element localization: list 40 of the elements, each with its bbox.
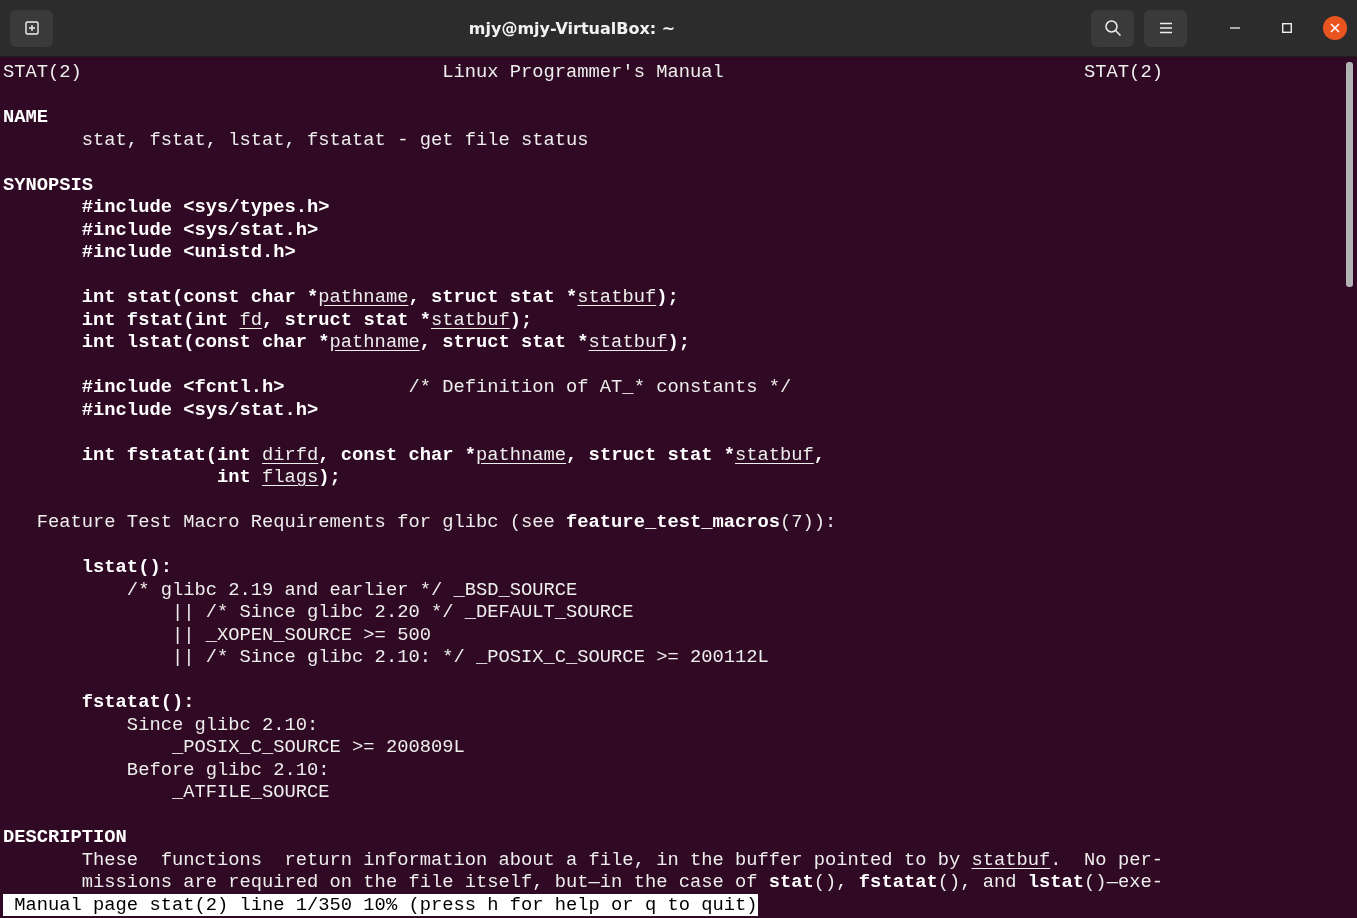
terminal-line: int stat(const char *pathname, struct stat *statbuf); [80, 286, 679, 309]
terminal-line: stat, fstat, lstat, fstatat - get file status [80, 128, 589, 151]
terminal-line: int fstatat(int dirfd, const char *pathname, struct stat *statbuf, [80, 443, 826, 466]
terminal-line: int fstat(int fd, struct stat *statbuf); [80, 308, 533, 331]
terminal-line: int lstat(const char *pathname, struct stat *statbuf); [80, 331, 690, 354]
terminal-line: || /* Since glibc 2.20 */ _DEFAULT_SOURCE [170, 601, 634, 624]
terminal-line: #include <sys/stat.h> [80, 398, 319, 421]
window-title: mjy@mjy-VirtualBox: ~ [467, 18, 677, 38]
terminal-line: NAME [3, 106, 49, 129]
search-button[interactable] [1091, 9, 1134, 47]
terminal-line: DESCRIPTION [3, 826, 127, 849]
terminal-line: These functions return information about a file, in the buffer pointed to by statbuf. No per‐ [80, 848, 1163, 871]
terminal-line: || _XOPEN_SOURCE >= 500 [170, 623, 431, 646]
terminal-line: missions are required on the file itself, but—in the case of stat(), fstatat(), and lstat()—exe‐ [80, 871, 1163, 894]
terminal-line: lstat(): [80, 556, 172, 579]
terminal-line: #include <sys/types.h> [80, 196, 330, 219]
terminal-line: STAT(2) Linux Programmer's Manual STAT(2) [3, 61, 1163, 84]
menu-icon [1158, 22, 1173, 34]
scrollbar-thumb[interactable] [1346, 62, 1353, 287]
terminal-line: fstatat(): [80, 691, 195, 714]
terminal-line: Feature Test Macro Requirements for glibc (see feature_test_macros(7)): [35, 511, 837, 534]
terminal-line: int flags); [215, 466, 341, 489]
close-icon [1330, 23, 1340, 33]
terminal-line: #include <fcntl.h> /* Definition of AT_* constants */ [80, 376, 792, 399]
terminal-line: || /* Since glibc 2.10: */ _POSIX_C_SOURCE >= 200112L [170, 646, 769, 669]
new-tab-icon [23, 20, 40, 36]
menu-button[interactable] [1144, 9, 1187, 47]
terminal-line: SYNOPSIS [3, 173, 94, 196]
terminal-line: _POSIX_C_SOURCE >= 200809L [170, 736, 465, 759]
minimize-icon [1230, 27, 1240, 29]
terminal-line: #include <unistd.h> [80, 241, 296, 264]
close-button[interactable] [1323, 16, 1347, 40]
search-icon [1103, 19, 1122, 37]
terminal-line: /* glibc 2.19 and earlier */ _BSD_SOURCE [125, 578, 578, 601]
terminal-line: _ATFILE_SOURCE [170, 781, 330, 804]
terminal-line: Since glibc 2.10: [125, 713, 319, 736]
new-tab-button[interactable] [10, 9, 53, 47]
terminal-line: Before glibc 2.10: [125, 758, 330, 781]
maximize-icon [1282, 23, 1292, 33]
terminal-line: #include <sys/stat.h> [80, 218, 319, 241]
